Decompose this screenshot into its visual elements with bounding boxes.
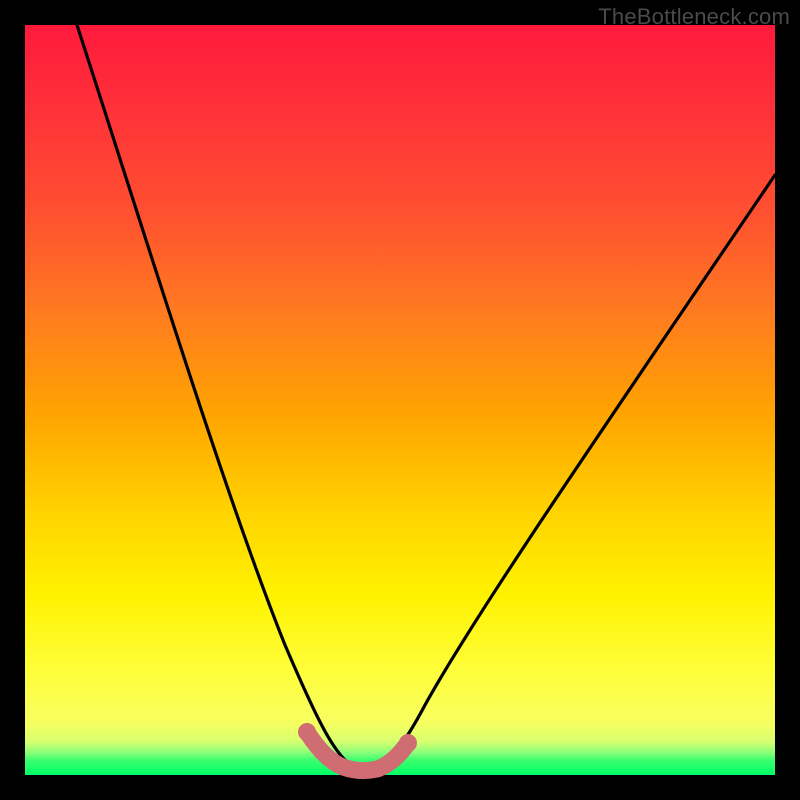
- curve-layer: [25, 25, 775, 775]
- plot-area: [25, 25, 775, 775]
- pink-band: [307, 732, 408, 771]
- chart-frame: TheBottleneck.com: [0, 0, 800, 800]
- black-curve: [77, 25, 775, 768]
- watermark-text: TheBottleneck.com: [598, 4, 790, 30]
- pink-dot-left: [298, 723, 316, 741]
- pink-dot-right: [399, 734, 417, 752]
